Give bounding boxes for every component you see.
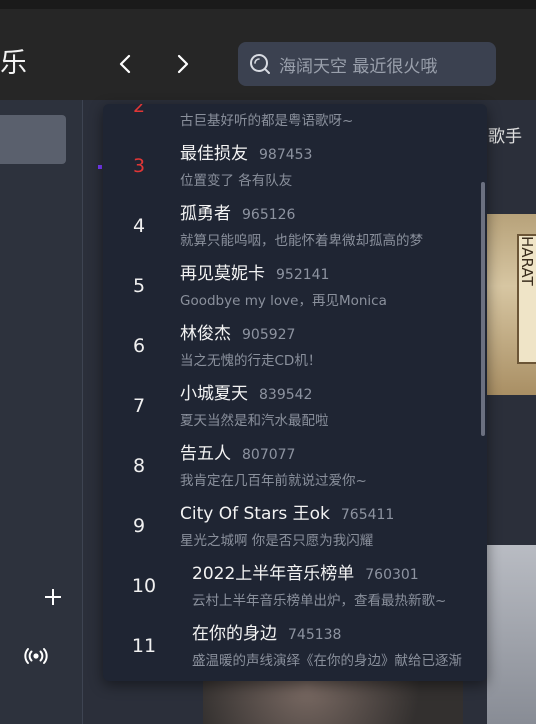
search-placeholder: 海阔天空 最近很火哦 — [279, 56, 438, 77]
suggestion-item[interactable]: 4 孤勇者 965126 就算只能呜咽，也能怀着卑微却孤高的梦 — [103, 191, 481, 251]
chevron-left-icon — [119, 54, 131, 74]
suggestion-item[interactable]: 9 City Of Stars 王ok 765411 星光之城啊 你是否只愿为我闪耀 — [103, 491, 481, 551]
suggestion-rank: 11 — [131, 635, 157, 657]
suggestion-description: Goodbye my love，再见Monica — [180, 293, 387, 309]
suggestion-title: 告五人 — [180, 444, 231, 464]
suggestion-description: 就算只能呜咽，也能怀着卑微却孤高的梦 — [180, 233, 423, 249]
suggestion-title: 在你的身边 — [192, 624, 277, 644]
sidebar — [0, 100, 83, 724]
search-input[interactable]: 海阔天空 最近很火哦 — [238, 42, 496, 86]
suggestion-count: 905927 — [242, 327, 296, 343]
suggestion-rank: 7 — [132, 395, 146, 417]
suggestion-description: 盛温暖的声线演绎《在你的身边》献给已逐渐 — [192, 653, 462, 669]
suggestion-title: 2022上半年音乐榜单 — [192, 564, 355, 584]
suggestion-description: 夏天当然是和汽水最配啦 — [180, 413, 329, 429]
suggestion-description: 位置变了 各有队友 — [180, 173, 293, 189]
indicator-dot — [98, 165, 102, 169]
suggestion-item[interactable]: 3 最佳损友 987453 位置变了 各有队友 — [103, 131, 481, 191]
suggestion-rank: 5 — [132, 275, 146, 297]
suggestion-count: 760301 — [365, 567, 419, 583]
section-heading-partial: 歌手 — [488, 127, 522, 147]
search-suggestions-dropdown: 2 古巨基好听的都是粤语歌呀~ 3 最佳损友 987453 位置变了 各有队友 4 孤勇者 96… — [103, 104, 487, 681]
suggestion-title: City Of Stars 王ok — [180, 504, 330, 524]
suggestion-item[interactable]: 7 小城夏天 839542 夏天当然是和汽水最配啦 — [103, 371, 481, 431]
suggestion-rank: 3 — [132, 155, 146, 177]
suggestion-rank: 4 — [132, 215, 146, 237]
suggestion-count: 745138 — [288, 627, 342, 643]
suggestion-item[interactable]: 5 再见莫妮卡 952141 Goodbye my love，再见Monica — [103, 251, 481, 311]
suggestion-rank: 6 — [132, 335, 146, 357]
album-card[interactable]: HARAT — [487, 214, 536, 395]
suggestion-rank: 8 — [132, 455, 146, 477]
suggestion-rank: 9 — [132, 515, 146, 537]
app-title: 乐 — [0, 48, 27, 79]
suggestion-description: 当之无愧的行走CD机！ — [180, 353, 322, 369]
album-art: HARAT — [517, 234, 536, 364]
suggestion-count: 839542 — [259, 387, 313, 403]
suggestion-count: 987453 — [259, 147, 313, 163]
suggestion-title: 最佳损友 — [180, 144, 248, 164]
suggestion-rank: 10 — [131, 575, 157, 597]
broadcast-icon — [24, 648, 48, 664]
radio-button[interactable] — [22, 643, 50, 669]
forward-button[interactable] — [172, 51, 194, 77]
suggestion-count: 765411 — [340, 507, 395, 523]
suggestion-item[interactable]: 10 2022上半年音乐榜单 760301 云村上半年音乐榜单出炉，查看最热新歌~ — [103, 551, 481, 611]
album-card[interactable] — [487, 545, 536, 724]
top-bar: 乐 海阔天空 最近很火哦 — [0, 0, 536, 100]
suggestion-description: 星光之城啊 你是否只愿为我闪耀 — [180, 533, 374, 549]
search-icon — [250, 54, 270, 74]
suggestion-item[interactable]: 6 林俊杰 905927 当之无愧的行走CD机！ — [103, 311, 481, 371]
add-playlist-button[interactable] — [40, 584, 66, 610]
sidebar-selected-item[interactable] — [0, 115, 66, 164]
suggestion-rank: 2 — [132, 104, 146, 117]
suggestion-title: 孤勇者 — [180, 204, 231, 224]
suggestion-title: 小城夏天 — [180, 384, 248, 404]
scrollbar[interactable] — [481, 182, 485, 436]
suggestion-title: 林俊杰 — [180, 324, 231, 344]
suggestion-title: 再见莫妮卡 — [180, 264, 265, 284]
suggestion-item[interactable]: 11 在你的身边 745138 盛温暖的声线演绎《在你的身边》献给已逐渐 — [103, 611, 481, 671]
suggestion-count: 952141 — [276, 267, 330, 283]
suggestion-description: 我肯定在几百年前就说过爱你~ — [180, 473, 367, 489]
suggestion-description: 云村上半年音乐榜单出炉，查看最热新歌~ — [192, 593, 447, 609]
suggestion-count: 807077 — [242, 447, 296, 463]
chevron-right-icon — [177, 54, 189, 74]
suggestion-item[interactable]: 2 古巨基好听的都是粤语歌呀~ — [103, 104, 481, 131]
plus-icon — [45, 589, 61, 605]
suggestion-description: 古巨基好听的都是粤语歌呀~ — [180, 113, 354, 129]
back-button[interactable] — [114, 51, 136, 77]
suggestion-item[interactable]: 8 告五人 807077 我肯定在几百年前就说过爱你~ — [103, 431, 481, 491]
suggestion-count: 965126 — [242, 207, 296, 223]
